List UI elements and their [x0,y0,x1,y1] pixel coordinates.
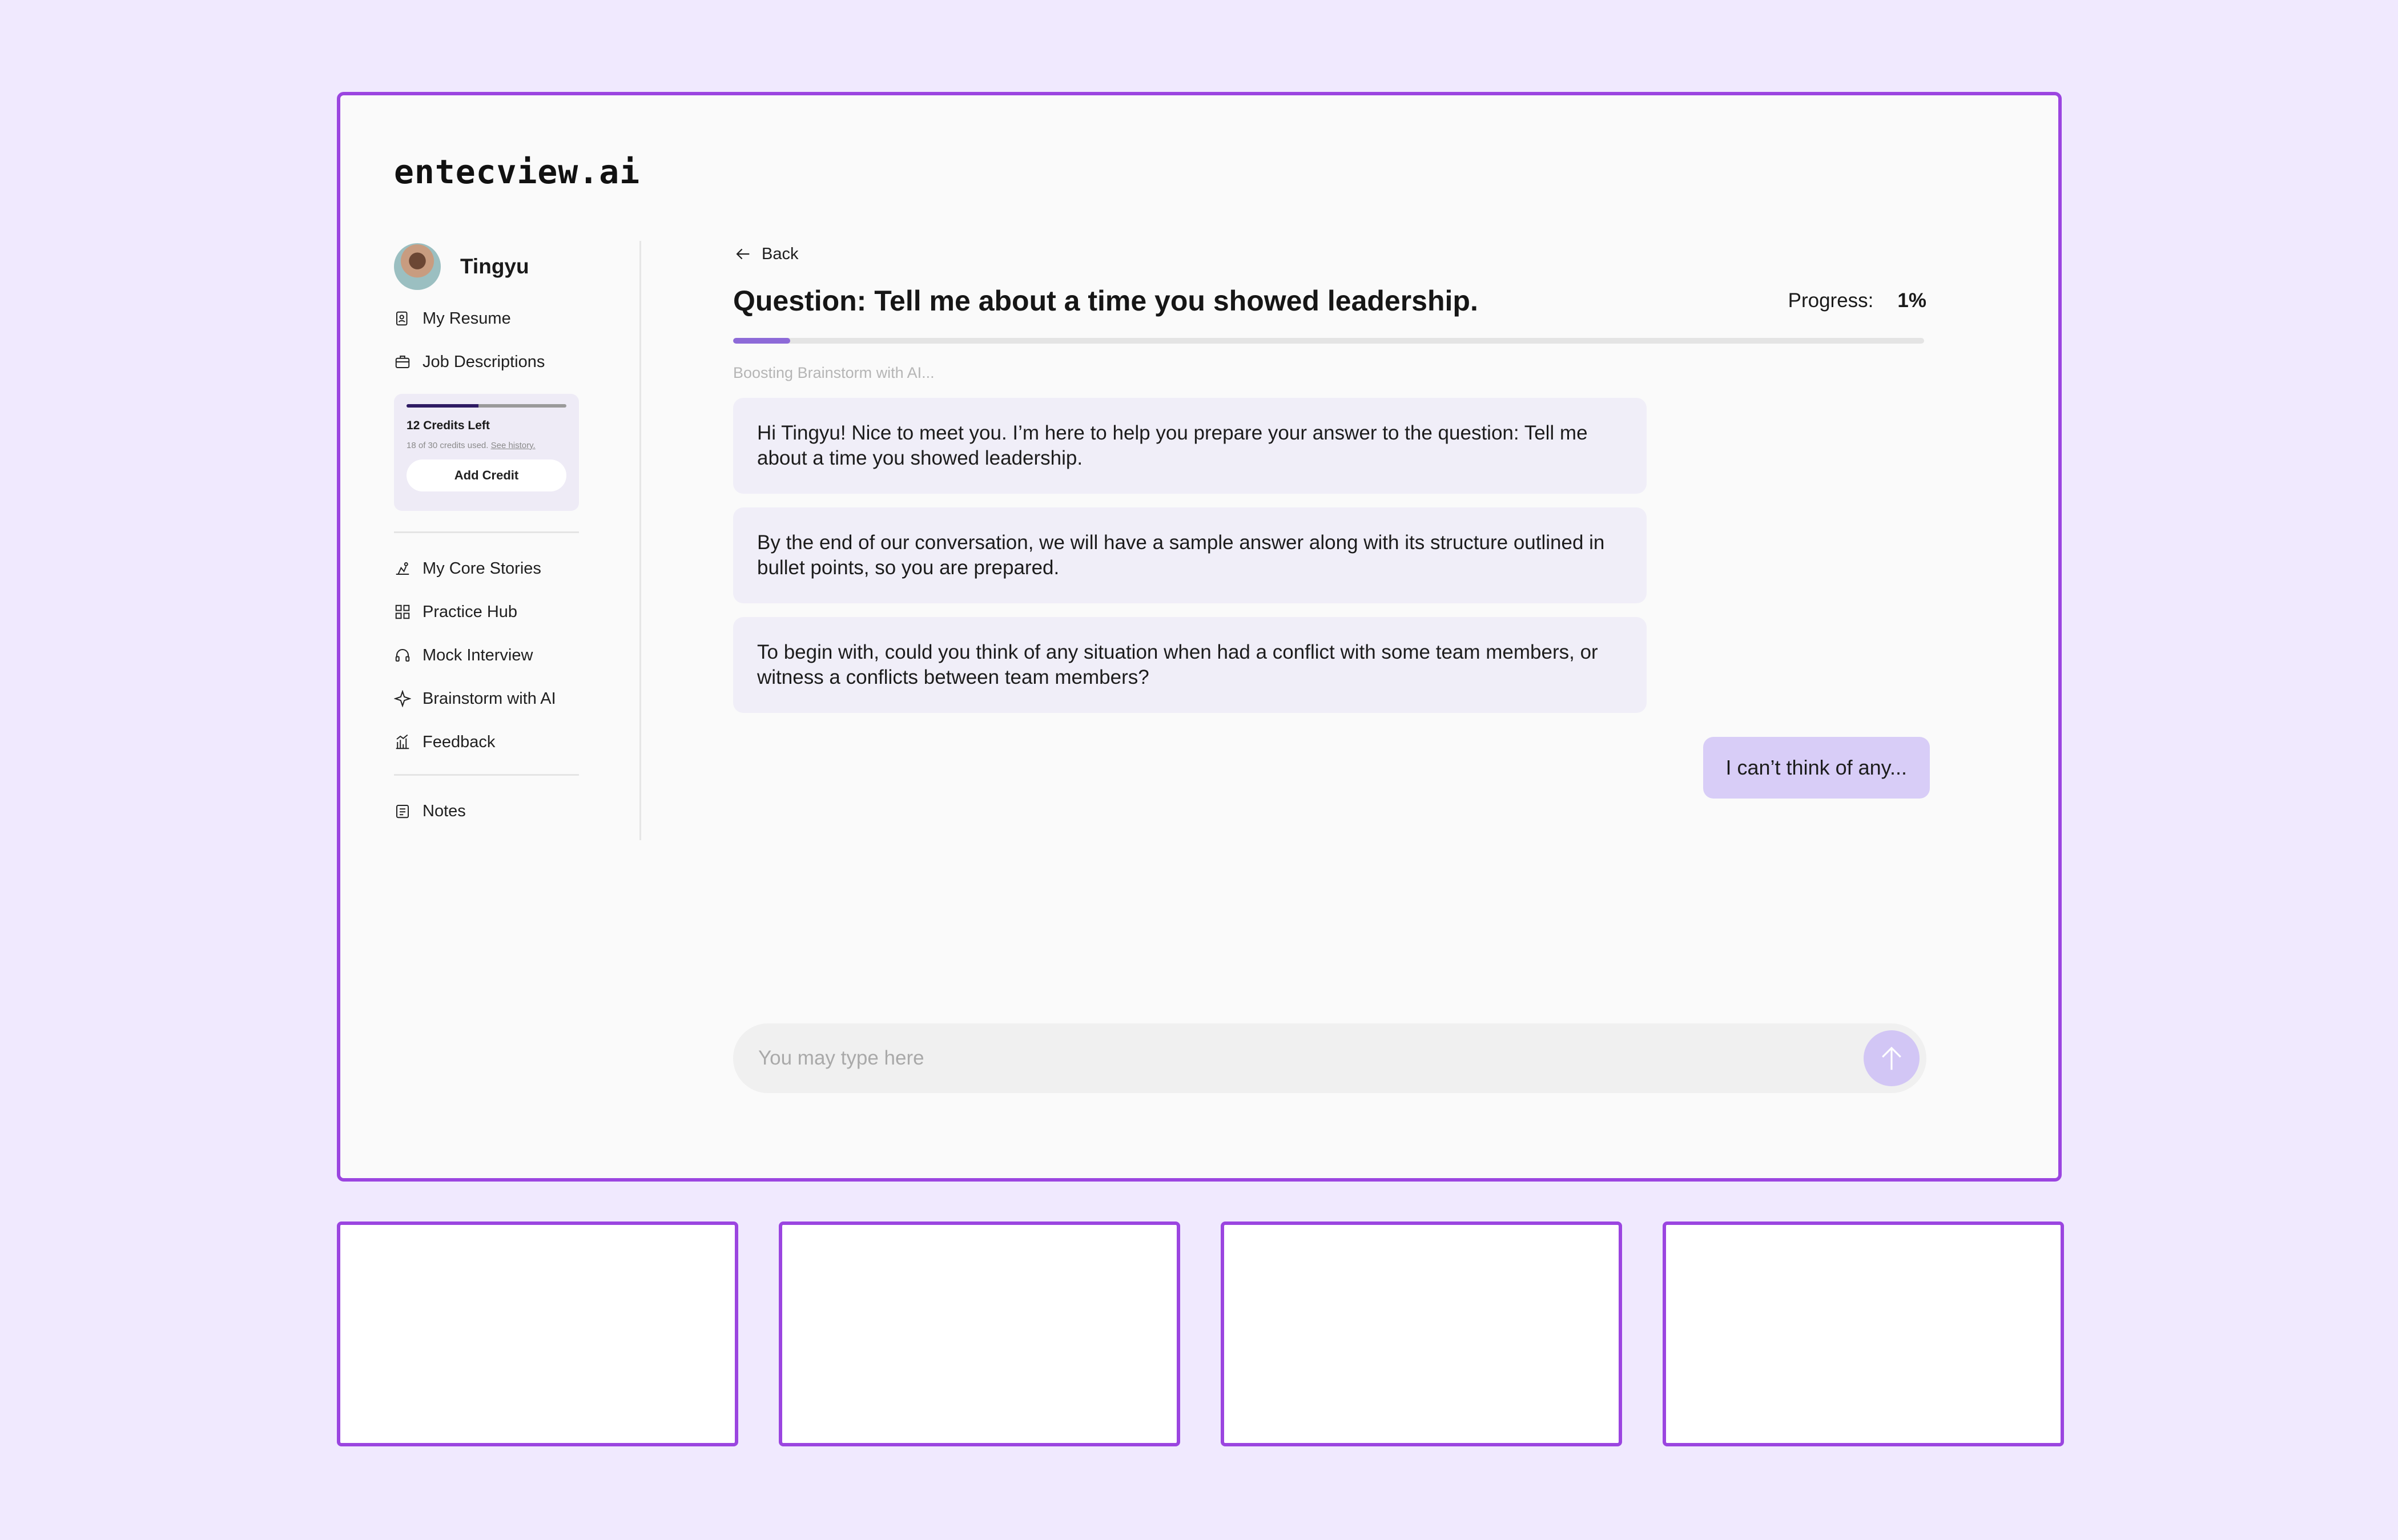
credits-card: 12 Credits Left 18 of 30 credits used. S… [394,394,579,511]
sidebar-item-mock-interview[interactable]: Mock Interview [394,634,588,677]
title-row: Question: Tell me about a time you showe… [733,281,1926,321]
sidebar-item-label: Practice Hub [423,602,518,621]
thumbnail-frame [1663,1221,2064,1446]
add-credit-button[interactable]: Add Credit [407,459,566,491]
progress-bar [733,338,1924,344]
message-input[interactable] [758,1047,1864,1070]
sidebar: Tingyu My Resume Job Descriptions 12 Cre… [394,241,588,833]
headset-icon [394,647,411,664]
progress-label: Progress: [1788,289,1874,312]
sidebar-item-label: Feedback [423,732,496,751]
sidebar-item-label: Brainstorm with AI [423,689,556,708]
sidebar-item-label: Notes [423,801,466,820]
credits-usage-bar [407,404,566,408]
sidebar-divider [394,531,579,533]
sidebar-item-label: My Core Stories [423,559,541,578]
sidebar-divider [394,774,579,776]
sidebar-item-label: Mock Interview [423,646,533,664]
user-message: I can’t think of any... [1703,737,1930,799]
grid-icon [394,603,411,620]
send-button[interactable] [1864,1030,1920,1086]
thumbnail-frame [779,1221,1180,1446]
avatar[interactable] [394,243,441,290]
page-title: Question: Tell me about a time you showe… [733,285,1478,317]
progress-bar-fill [733,338,791,344]
ai-message: By the end of our conversation, we will … [733,507,1647,603]
sidebar-item-practice-hub[interactable]: Practice Hub [394,590,588,634]
core-stories-icon [394,560,411,577]
sidebar-item-my-core-stories[interactable]: My Core Stories [394,547,588,590]
user-message-row: I can’t think of any... [733,737,1930,799]
sidebar-item-my-resume[interactable]: My Resume [394,297,588,340]
thumbnail-frame [337,1221,738,1446]
arrow-up-icon [1882,1046,1901,1070]
sidebar-item-label: Job Descriptions [423,352,545,371]
main-content: Back Question: Tell me about a time you … [733,241,1930,799]
user-name: Tingyu [460,255,529,278]
credits-used-count: 18 of 30 credits used. [407,441,489,450]
arrow-left-icon [736,248,750,260]
thumbnail-frame [1221,1221,1622,1446]
credits-left: 12 Credits Left [407,419,490,432]
progress-indicator: Progress: 1% [1788,289,1926,312]
back-button[interactable]: Back [733,241,1926,267]
ai-message: To begin with, could you think of any si… [733,617,1647,713]
credits-used-text: 18 of 30 credits used. See history. [407,441,566,450]
sidebar-item-label: My Resume [423,309,511,328]
app-window: entecview.ai Tingyu My Resume Job Descri… [337,92,2062,1182]
sidebar-item-notes[interactable]: Notes [394,789,588,833]
see-history-link[interactable]: See history. [491,441,536,450]
sidebar-separator [639,241,641,840]
sidebar-item-brainstorm-with-ai[interactable]: Brainstorm with AI [394,677,588,720]
progress-value: 1% [1897,289,1926,312]
briefcase-icon [394,353,411,370]
sidebar-item-job-descriptions[interactable]: Job Descriptions [394,340,588,384]
status-text: Boosting Brainstorm with AI... [733,364,935,381]
message-composer [733,1023,1926,1093]
app-logo: entecview.ai [394,152,641,191]
credits-usage-fill [407,404,478,408]
sidebar-item-feedback[interactable]: Feedback [394,720,588,764]
user-profile[interactable]: Tingyu [394,241,588,292]
back-label: Back [762,244,799,263]
ai-message: Hi Tingyu! Nice to meet you. I’m here to… [733,398,1647,494]
notes-icon [394,803,411,820]
resume-icon [394,310,411,327]
chart-icon [394,733,411,751]
sparkle-icon [394,690,411,707]
